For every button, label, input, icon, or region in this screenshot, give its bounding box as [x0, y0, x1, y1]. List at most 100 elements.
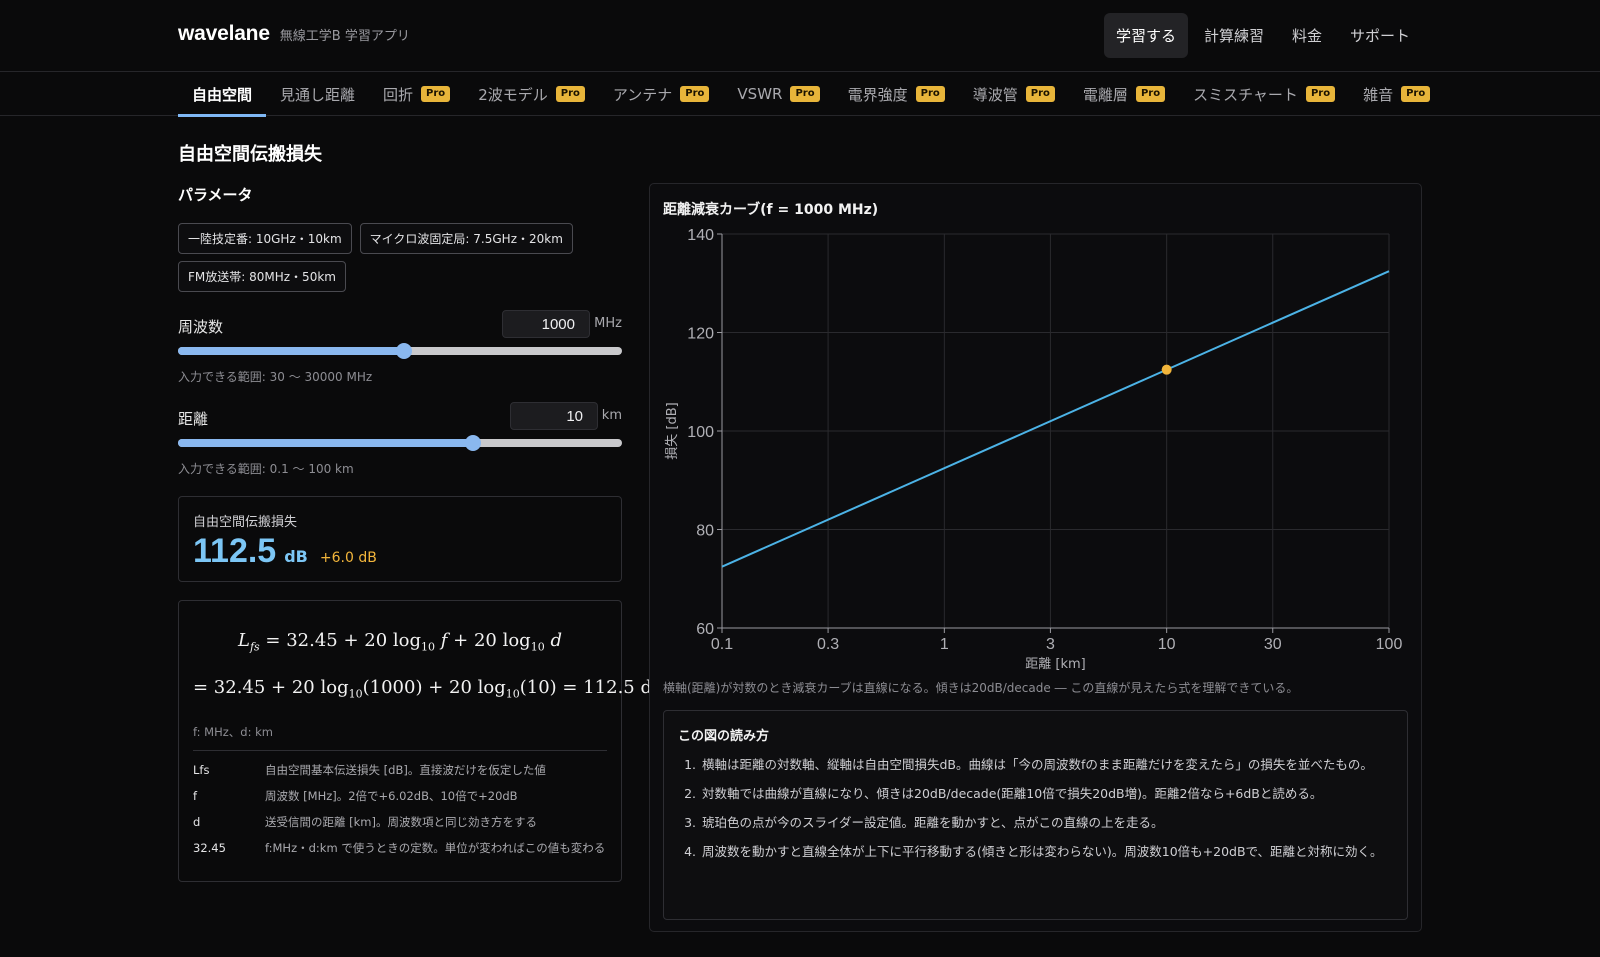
- x-axis-title: 距離 [km]: [1025, 657, 1085, 672]
- definition-list: Lfs 自由空間基本伝送損失 [dB]。直接波だけを仮定した値 f 周波数 [MHz…: [193, 759, 607, 859]
- slider-fill: [178, 347, 405, 355]
- tab-0[interactable]: 自由空間: [178, 72, 267, 117]
- tab-label: 電界強度: [847, 85, 908, 104]
- x-tick-label: 0.3: [817, 636, 839, 653]
- x-tick-label: 0.1: [711, 636, 733, 653]
- howto-item: 横軸は距離の対数軸、縦軸は自由空間損失dB。曲線は「今の周波数fのまま距離だけを…: [700, 754, 1393, 776]
- frequency-input[interactable]: [502, 310, 590, 338]
- definition-row: d 送受信間の距離 [km]。周波数項と同じ効き方をする: [193, 815, 537, 830]
- params-heading: パラメータ: [178, 186, 253, 204]
- tab-3[interactable]: 2波モデル Pro: [464, 72, 599, 116]
- y-tick-label: 80: [696, 523, 714, 540]
- pro-badge: Pro: [1305, 86, 1336, 102]
- pro-badge: Pro: [1135, 86, 1166, 102]
- preset-button[interactable]: 一陸技定番: 10GHz・10km: [178, 223, 352, 254]
- y-tick-label: 140: [687, 227, 714, 244]
- tab-label: 自由空間: [192, 85, 253, 104]
- chart-title: 距離減衰カーブ(f = 1000 MHz): [663, 202, 879, 218]
- definition-row: 32.45 f:MHz・d:km で使うときの定数。単位が変わればこの値も変わる: [193, 841, 606, 856]
- nav-learn[interactable]: 学習する: [1103, 13, 1188, 58]
- current-setting-point: [1161, 364, 1172, 375]
- distance-control: 距離 km 入力できる範囲: 0.1 〜 100 km: [178, 402, 622, 476]
- divider: [193, 750, 607, 752]
- slider-fill: [178, 439, 474, 447]
- topic-tabs: 自由空間 見通し距離 回折 Pro 2波モデル Pro アンテナ Pro VSWR Pro 電界強度…: [0, 72, 1600, 117]
- tab-9[interactable]: スミスチャート Pro: [1179, 72, 1349, 116]
- tab-label: 回折: [383, 85, 414, 104]
- tab-1[interactable]: 見通し距離: [266, 72, 369, 116]
- result-delta: +6.0 dB: [319, 550, 377, 566]
- tab-label: アンテナ: [612, 85, 673, 104]
- x-tick-label: 30: [1264, 636, 1282, 653]
- brand[interactable]: wavelane 無線工学B 学習アプリ: [178, 22, 410, 46]
- pro-badge: Pro: [421, 86, 451, 102]
- result-unit: dB: [284, 547, 308, 566]
- distance-slider[interactable]: [178, 435, 622, 451]
- loss-curve-line: [721, 270, 1390, 568]
- left-panel: 自由空間伝搬損失 パラメータ 一陸技定番: 10GHz・10km マイクロ波固定…: [178, 140, 666, 882]
- distance-unit: km: [601, 408, 622, 423]
- pro-badge: Pro: [1401, 86, 1431, 102]
- tab-6[interactable]: 電界強度 Pro: [834, 72, 959, 116]
- howto-list: 横軸は距離の対数軸、縦軸は自由空間損失dB。曲線は「今の周波数fのまま距離だけを…: [678, 754, 1393, 863]
- brand-subtitle: 無線工学B 学習アプリ: [279, 29, 410, 44]
- tab-5[interactable]: VSWR Pro: [723, 72, 833, 116]
- tab-label: 導波管: [972, 85, 1018, 104]
- howto-item: 対数軸では曲線が直線になり、傾きは20dB/decade(距離10倍で損失20d…: [700, 783, 1393, 805]
- tab-label: スミスチャート: [1193, 85, 1298, 104]
- tab-7[interactable]: 導波管 Pro: [959, 72, 1069, 116]
- pro-badge: Pro: [555, 86, 585, 102]
- preset-button[interactable]: FM放送帯: 80MHz・50km: [178, 261, 346, 292]
- formula-line-2: = 32.45 + 20 log10(1000) + 20 log10(10) …: [193, 676, 666, 701]
- top-nav: 学習する 計算練習 料金 サポート: [1103, 13, 1422, 58]
- pro-badge: Pro: [1025, 86, 1055, 102]
- x-tick-label: 1: [940, 636, 949, 653]
- y-tick-label: 120: [687, 326, 714, 343]
- tab-10[interactable]: 雑音 Pro: [1349, 72, 1444, 116]
- slider-thumb[interactable]: [396, 343, 413, 359]
- tab-4[interactable]: アンテナ Pro: [599, 72, 724, 116]
- definition-row: f 周波数 [MHz]。2倍で+6.02dB、10倍で+20dB: [193, 789, 518, 804]
- frequency-unit: MHz: [594, 316, 622, 331]
- frequency-label: 周波数: [178, 318, 224, 336]
- distance-range-note: 入力できる範囲: 0.1 〜 100 km: [178, 462, 354, 476]
- frequency-range-note: 入力できる範囲: 30 〜 30000 MHz: [178, 370, 373, 384]
- tab-8[interactable]: 電離層 Pro: [1069, 72, 1179, 116]
- tab-label: 電離層: [1082, 85, 1128, 104]
- x-tick-label: 100: [1376, 636, 1403, 653]
- loss-chart: 60801001201400.1 0.3 1 3 10 30 100距離 [km]損失 [d…: [665, 227, 1403, 672]
- chart-caption: 横軸(距離)が対数のとき減衰カーブは直線になる。傾きは20dB/decade ―…: [663, 681, 1299, 695]
- tab-label: VSWR: [737, 85, 783, 103]
- howto-item: 琥珀色の点が今のスライダー設定値。距離を動かすと、点がこの直線の上を走る。: [700, 812, 1393, 834]
- howto-title: この図の読み方: [678, 729, 770, 744]
- chart-panel: 距離減衰カーブ(f = 1000 MHz) 60 80 100 120 140 0.1 0.…: [649, 183, 1422, 932]
- pro-badge: Pro: [915, 86, 945, 102]
- result-card: 自由空間伝搬損失 112.5 dB +6.0 dB: [178, 496, 622, 582]
- result-value: 112.5: [193, 532, 277, 570]
- result-label: 自由空間伝搬損失: [193, 515, 298, 530]
- formula-line-1: Lfs = 32.45 + 20 log10 f + 20 log10 d: [238, 630, 562, 654]
- tab-label: 見通し距離: [280, 85, 356, 104]
- pro-badge: Pro: [680, 86, 710, 102]
- formula-units-note: f: MHz、d: km: [193, 725, 273, 740]
- howto-item: 周波数を動かすと直線全体が上下に平行移動する(傾きと形は変わらない)。周波数10…: [700, 841, 1393, 863]
- distance-label: 距離: [178, 410, 209, 428]
- frequency-control: 周波数 MHz 入力できる範囲: 30 〜 30000 MHz: [178, 310, 622, 384]
- definition-row: Lfs 自由空間基本伝送損失 [dB]。直接波だけを仮定した値: [193, 763, 546, 778]
- nav-pricing[interactable]: 料金: [1280, 13, 1334, 58]
- brand-name: wavelane: [178, 22, 270, 45]
- tab-label: 2波モデル: [478, 85, 548, 104]
- slider-thumb[interactable]: [465, 435, 482, 451]
- nav-support[interactable]: サポート: [1338, 13, 1422, 58]
- top-bar: wavelane 無線工学B 学習アプリ 学習する 計算練習 料金 サポート: [0, 0, 1600, 72]
- frequency-slider[interactable]: [178, 343, 622, 359]
- x-tick-label: 10: [1158, 636, 1176, 653]
- howto-card: この図の読み方 横軸は距離の対数軸、縦軸は自由空間損失dB。曲線は「今の周波数f…: [663, 710, 1408, 920]
- y-axis-title: 損失 [dB]: [665, 402, 680, 459]
- distance-input[interactable]: [510, 402, 598, 430]
- tab-label: 雑音: [1363, 85, 1394, 104]
- pro-badge: Pro: [790, 86, 820, 102]
- nav-practice[interactable]: 計算練習: [1192, 13, 1276, 58]
- preset-button[interactable]: マイクロ波固定局: 7.5GHz・20km: [359, 223, 573, 254]
- tab-2[interactable]: 回折 Pro: [369, 72, 464, 116]
